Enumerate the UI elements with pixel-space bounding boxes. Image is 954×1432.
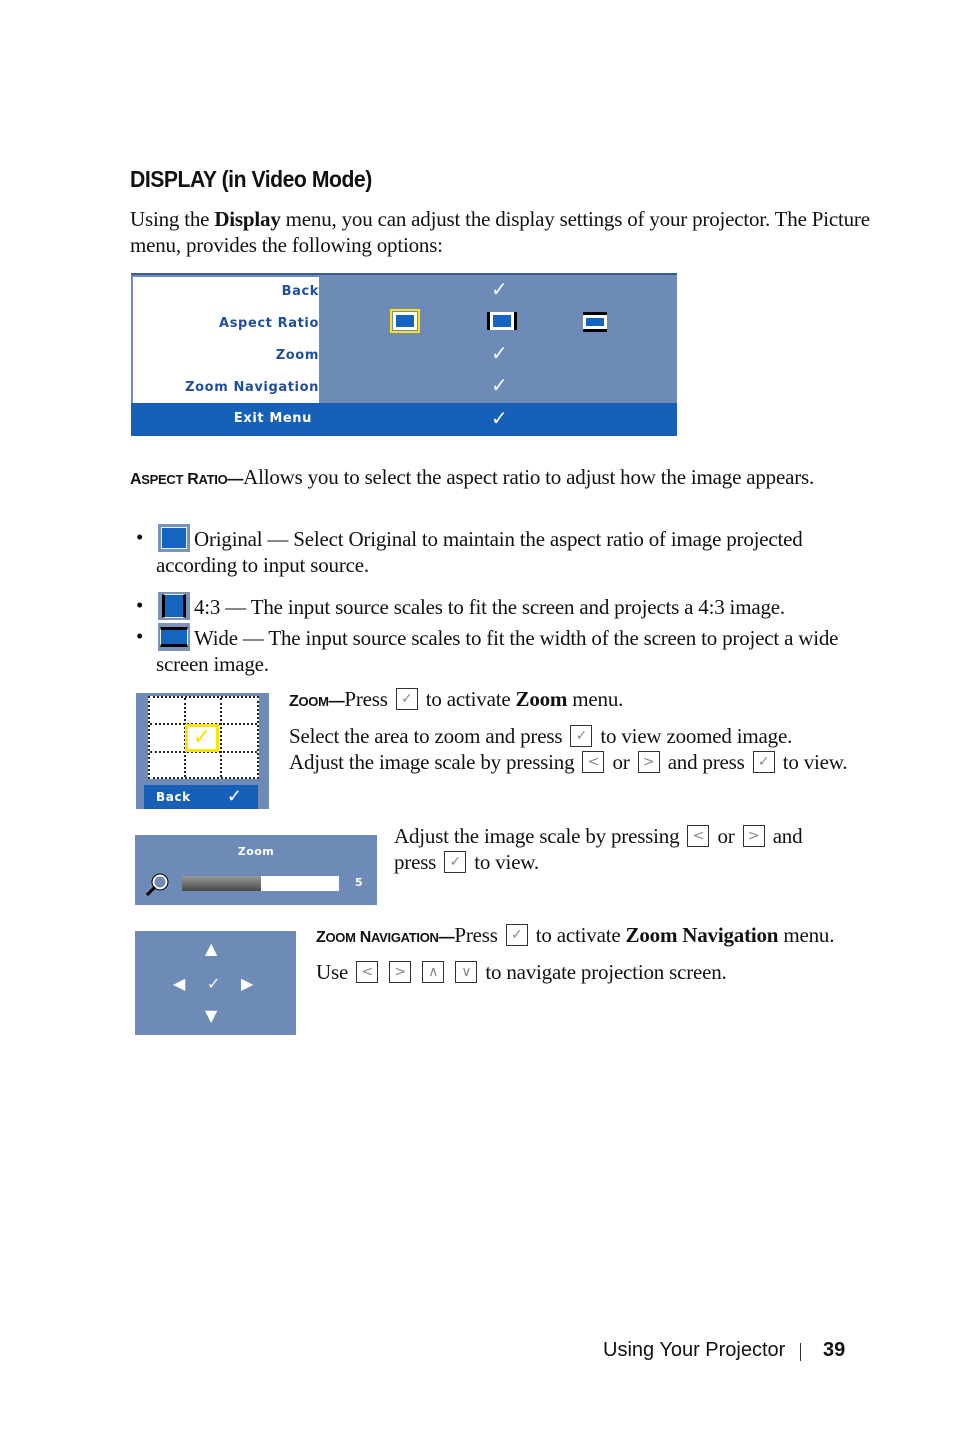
intro-text: Using the: [130, 207, 215, 231]
enter-key-icon: ✓: [395, 688, 418, 710]
check-icon: ✓: [491, 373, 508, 397]
bullet-dot: •: [136, 624, 144, 648]
exit-menu-label: Exit Menu: [233, 411, 312, 426]
enter-key-icon: ✓: [570, 725, 593, 747]
right-key-icon: >: [637, 751, 660, 773]
bullet-4-3: • 4:3 — The input source scales to fit t…: [136, 592, 851, 620]
bullet-dot: •: [136, 525, 144, 549]
intro-paragraph: Using the Display menu, you can adjust t…: [130, 206, 870, 258]
osd-item-zoom[interactable]: Zoom: [133, 348, 319, 363]
aspect-wide-icon: [158, 623, 190, 651]
aspect-4-3-icon[interactable]: [487, 312, 517, 330]
zoom-navigation-osd: ▲ ◀ ✓ ▶ ▼: [135, 931, 296, 1035]
aspect-ratio-title: ASPECT RATIO—: [130, 471, 244, 488]
intro-bold: Display: [214, 207, 281, 231]
down-key-icon: ∨: [455, 961, 478, 983]
check-icon: ✓: [491, 341, 508, 365]
aspect-original-icon: [158, 524, 190, 552]
zoom-slider-fill: [182, 876, 261, 891]
check-icon: ✓: [491, 277, 508, 301]
zoom-grid-osd: ✓ Back ✓: [136, 693, 269, 809]
aspect-ratio-desc: Allows you to select the aspect ratio to…: [243, 465, 815, 489]
osd-item-back[interactable]: Back: [133, 284, 319, 299]
back-label: Back: [156, 790, 191, 804]
osd-label-column: Back Aspect Ratio Zoom Zoom Navigation: [133, 277, 319, 404]
right-key-icon: >: [389, 961, 412, 983]
enter-key-icon: ✓: [505, 924, 528, 946]
check-icon: ✓: [491, 406, 508, 430]
bullet-dot: •: [136, 593, 144, 617]
osd-item-exit-menu[interactable]: Exit Menu ✓: [131, 403, 677, 436]
left-key-icon: <: [687, 825, 710, 847]
zoom-slider-title: Zoom: [237, 845, 275, 858]
aspect-4-3-icon: [158, 592, 190, 620]
zoom-navigation-section: ZOOM NAVIGATION—Press ✓ to activate Zoom…: [316, 923, 835, 984]
bullet-wide: • Wide — The input source scales to fit …: [136, 623, 851, 677]
zoom-adjust-text: Adjust the image scale by pressing < or …: [394, 824, 803, 874]
bullet-text: Original — Select Original to maintain t…: [156, 527, 803, 577]
zoom-section: ZOOM—Press ✓ to activate Zoom menu. Sele…: [289, 687, 848, 774]
arrow-right-icon[interactable]: ▶: [241, 976, 253, 992]
enter-key-icon: ✓: [752, 751, 775, 773]
zoom-area-grid[interactable]: ✓: [148, 696, 259, 779]
zoom-navigation-title: ZOOM NAVIGATION—: [316, 929, 455, 946]
magnifier-icon: [145, 873, 169, 897]
zoom-title: ZOOM—: [289, 693, 345, 710]
up-key-icon: ∧: [422, 961, 445, 983]
zoom-slider-osd: Zoom 5: [135, 835, 377, 905]
aspect-wide-icon[interactable]: [583, 312, 607, 332]
enter-key-icon: ✓: [444, 851, 467, 873]
arrow-left-icon[interactable]: ◀: [173, 976, 185, 992]
arrow-up-icon[interactable]: ▲: [205, 941, 217, 957]
display-osd-menu: Back Aspect Ratio Zoom Zoom Navigation ✓…: [131, 273, 677, 436]
right-key-icon: >: [742, 825, 765, 847]
osd-item-zoom-navigation[interactable]: Zoom Navigation: [133, 380, 319, 395]
zoom-slider-track[interactable]: [182, 876, 339, 891]
zoom-slider-value: 5: [355, 876, 363, 889]
osd-item-aspect-ratio[interactable]: Aspect Ratio: [133, 316, 319, 331]
bullet-original: • Original — Select Original to maintain…: [136, 524, 851, 578]
zoom-area-selected[interactable]: ✓: [185, 724, 219, 752]
bullet-text: 4:3 — The input source scales to fit the…: [194, 595, 785, 619]
page-number: 39: [823, 1339, 846, 1361]
bullet-text: Wide — The input source scales to fit th…: [156, 626, 839, 676]
check-icon[interactable]: ✓: [207, 976, 220, 992]
page-title: DISPLAY (in Video Mode): [130, 166, 372, 192]
check-icon: ✓: [226, 786, 242, 806]
aspect-original-icon[interactable]: [390, 309, 420, 333]
footer-section-title: Using Your Projector: [603, 1339, 786, 1361]
aspect-ratio-section: ASPECT RATIO—Allows you to select the as…: [130, 464, 850, 493]
left-key-icon: <: [356, 961, 379, 983]
arrow-down-icon[interactable]: ▼: [205, 1008, 217, 1024]
footer-divider: [800, 1343, 801, 1361]
zoom-grid-back-button[interactable]: Back ✓: [144, 785, 258, 809]
left-key-icon: <: [582, 751, 605, 773]
